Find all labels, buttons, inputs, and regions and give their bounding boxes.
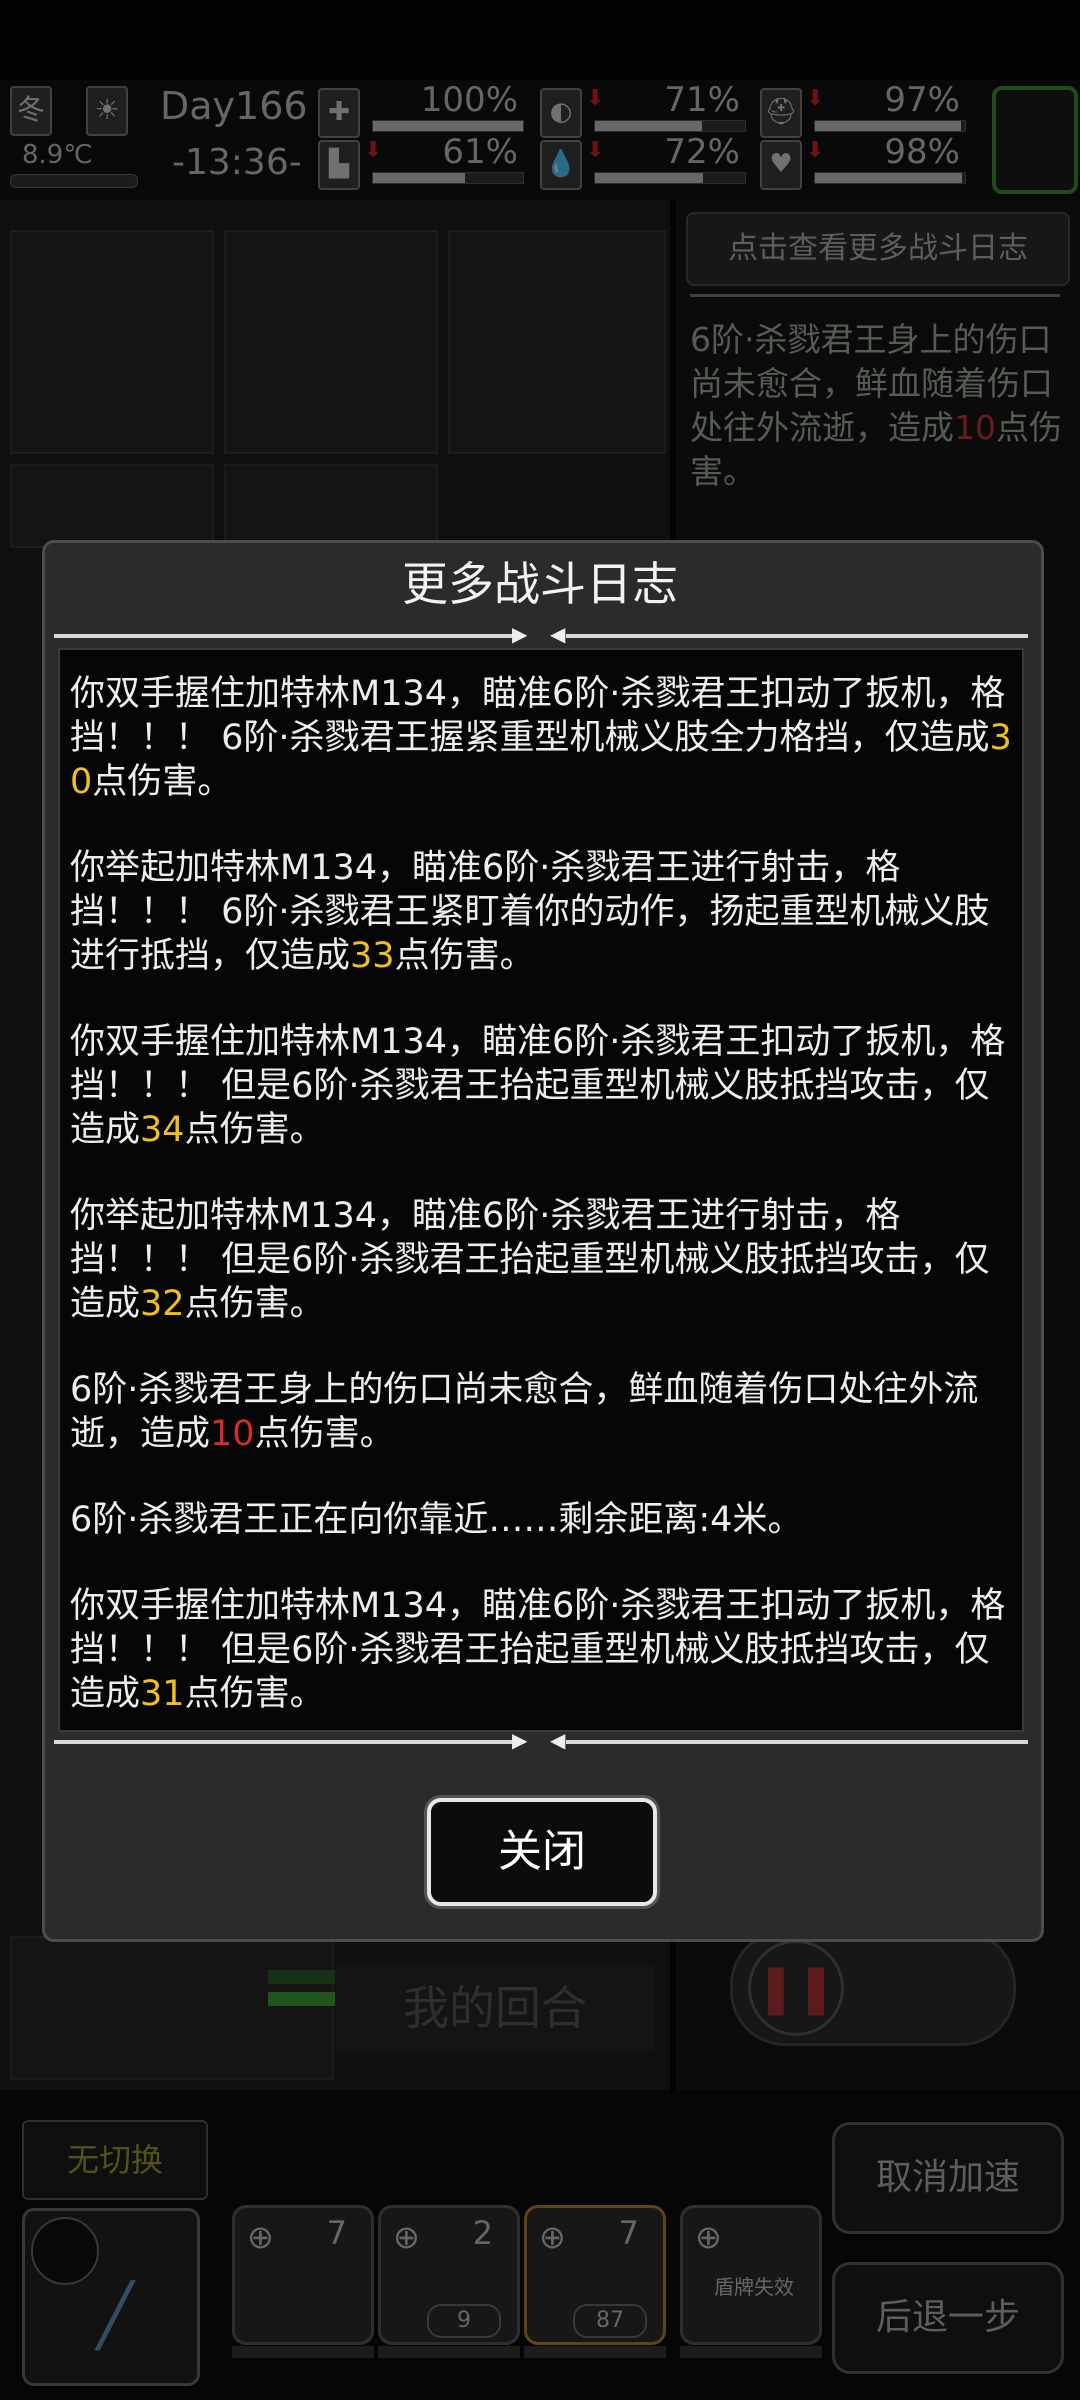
damage-number: 34 xyxy=(140,1110,185,1150)
log-entry-suffix: 点伤害。 xyxy=(184,1674,325,1714)
log-entry: 6阶·杀戮君王正在向你靠近……剩余距离:4米。 xyxy=(70,1498,1014,1542)
title-divider-left xyxy=(54,634,524,638)
log-entry: 6阶·杀戮君王身上的伤口尚未愈合，鲜血随着伤口处往外流逝，造成10点伤害。 xyxy=(70,1368,1014,1456)
bottom-divider-left xyxy=(54,1740,524,1744)
log-entry-text: 6阶·杀戮君王身上的伤口尚未愈合，鲜血随着伤口处往外流逝，造成 xyxy=(70,1370,979,1454)
log-entry-suffix: 点伤害。 xyxy=(254,1414,395,1454)
log-entry: 你举起加特林M134，瞄准6阶·杀戮君王进行射击，格挡！！！ 但是6阶·杀戮君王… xyxy=(70,1194,1014,1326)
damage-number: 33 xyxy=(350,936,395,976)
divider-arrow-right-icon: ▶ xyxy=(512,1728,528,1752)
title-divider-right xyxy=(566,634,1028,638)
log-entry-suffix: 点伤害。 xyxy=(92,762,233,802)
log-entry: 你双手握住加特林M134，瞄准6阶·杀戮君王扣动了扳机，格挡！！！ 但是6阶·杀… xyxy=(70,1020,1014,1152)
divider-arrow-left-icon: ◀ xyxy=(550,622,566,646)
dialog-title: 更多战斗日志 xyxy=(402,557,678,611)
log-entry-suffix: 点伤害。 xyxy=(184,1284,325,1324)
damage-number: 32 xyxy=(140,1284,185,1324)
divider-arrow-right-icon: ▶ xyxy=(512,622,528,646)
log-entry: 你举起加特林M134，瞄准6阶·杀戮君王进行射击，格挡！！！ 6阶·杀戮君王紧盯… xyxy=(70,846,1014,978)
log-entry-text: 你双手握住加特林M134，瞄准6阶·杀戮君王扣动了扳机，格挡！！！ 6阶·杀戮君… xyxy=(70,674,1006,758)
log-entry-suffix: 点伤害。 xyxy=(394,936,535,976)
log-entry-list: 你双手握住加特林M134，瞄准6阶·杀戮君王扣动了扳机，格挡！！！ 6阶·杀戮君… xyxy=(70,672,1014,1758)
damage-number: 31 xyxy=(140,1674,185,1714)
divider-arrow-left-icon: ◀ xyxy=(550,1728,566,1752)
damage-number: 10 xyxy=(210,1414,255,1454)
close-button[interactable]: 关闭 xyxy=(427,1798,657,1906)
log-entry: 你双手握住加特林M134，瞄准6阶·杀戮君王扣动了扳机，格挡！！！ 6阶·杀戮君… xyxy=(70,672,1014,804)
log-entry: 你双手握住加特林M134，瞄准6阶·杀戮君王扣动了扳机，格挡！！！ 但是6阶·杀… xyxy=(70,1584,1014,1716)
bottom-divider-right xyxy=(566,1740,1028,1744)
log-entry-suffix: 点伤害。 xyxy=(184,1110,325,1150)
log-entry-text: 6阶·杀戮君王正在向你靠近……剩余距离:4米。 xyxy=(70,1500,803,1540)
